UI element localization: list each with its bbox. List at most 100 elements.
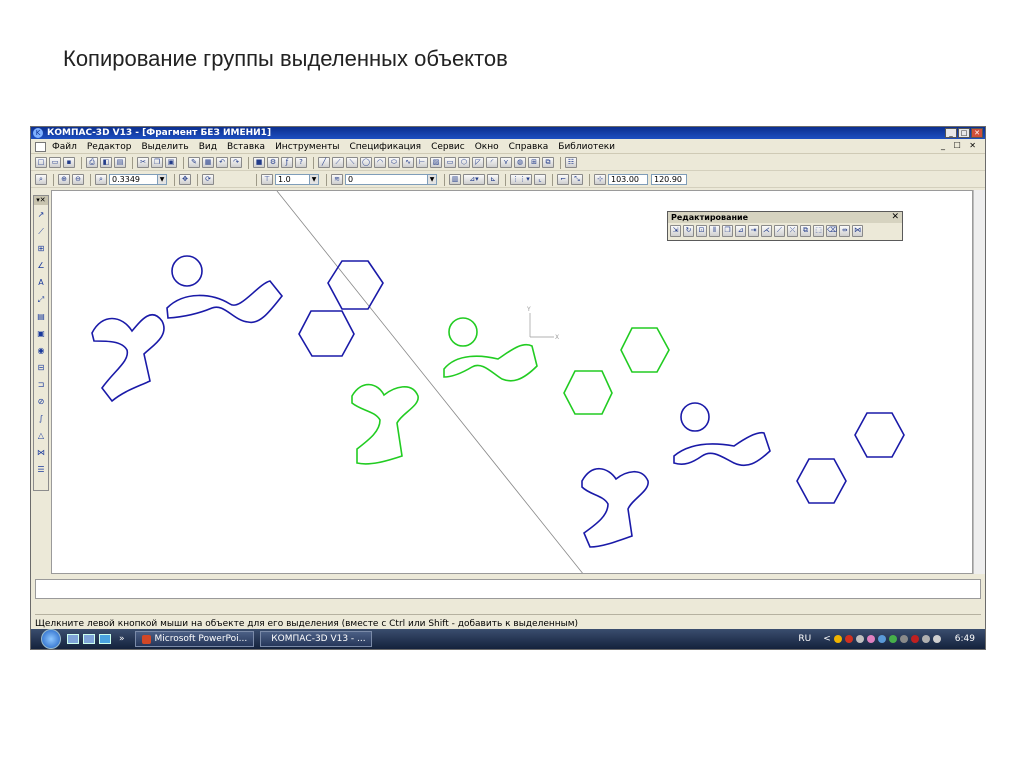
measure-icon[interactable]: ▤	[35, 310, 47, 324]
tray-icon[interactable]	[844, 635, 853, 643]
cursor-step-field[interactable]: 1.0 ▼	[275, 174, 319, 185]
hexagon-object[interactable]	[854, 412, 905, 458]
rectangle-icon[interactable]: ▭	[444, 157, 456, 168]
circle-object[interactable]	[448, 317, 478, 347]
coord-y-field[interactable]: 120.90	[651, 174, 687, 185]
zoom-window-icon[interactable]: ⌕	[35, 174, 47, 185]
network-icon[interactable]	[921, 635, 930, 643]
properties-icon[interactable]: ▤	[114, 157, 126, 168]
dimension-icon[interactable]: ⊢	[416, 157, 428, 168]
copy-icon[interactable]: ❐	[151, 157, 163, 168]
report-icon[interactable]: ☰	[35, 463, 47, 477]
volume-icon[interactable]	[932, 635, 941, 643]
contour-icon[interactable]: ◍	[514, 157, 526, 168]
show-desktop-icon[interactable]	[67, 634, 79, 644]
round-mode-icon[interactable]: ⤡	[571, 174, 583, 185]
spline-icon[interactable]: ∿	[402, 157, 414, 168]
menu-window[interactable]: Окно	[475, 142, 499, 152]
menu-insert[interactable]: Вставка	[227, 142, 265, 152]
eraser-icon[interactable]: ⌫	[826, 225, 837, 237]
hatch-icon[interactable]: ▨	[430, 157, 442, 168]
document-icon[interactable]	[35, 141, 46, 152]
scale-icon[interactable]: ⊡	[696, 225, 707, 237]
macro-icon[interactable]: ⊞	[528, 157, 540, 168]
zoom-out-icon[interactable]: ⊖	[72, 174, 84, 185]
compact-toolbar-close[interactable]: ▾✕	[34, 196, 48, 205]
spec-icon[interactable]: ⊟	[35, 361, 47, 375]
object-group-copied[interactable]	[351, 313, 670, 465]
drawing-svg[interactable]: Y X	[52, 191, 973, 574]
freeform-contour[interactable]	[351, 383, 419, 465]
editing-palette-header[interactable]: Редактирование ✕	[668, 212, 902, 223]
tray-icon[interactable]	[888, 635, 897, 643]
geometry-icon[interactable]: ⟋	[35, 225, 47, 239]
internet-explorer-icon[interactable]	[99, 634, 111, 644]
print-icon[interactable]: ⎙	[86, 157, 98, 168]
brush-icon[interactable]: ✎	[188, 157, 200, 168]
pan-icon[interactable]: ✥	[179, 174, 191, 185]
hexagon-object[interactable]	[327, 260, 384, 310]
mirror-icon[interactable]: ⋈	[852, 225, 863, 237]
new-file-icon[interactable]: □	[35, 157, 47, 168]
freeform-contour[interactable]	[443, 343, 538, 382]
hexagon-object[interactable]	[298, 310, 355, 357]
save-icon[interactable]: ▪	[63, 157, 75, 168]
tray-icon[interactable]	[855, 635, 864, 643]
offset-icon[interactable]: ⤫	[787, 225, 798, 237]
orthogonal-icon[interactable]: ⊾	[487, 174, 499, 185]
vertical-scrollbar[interactable]	[973, 190, 985, 574]
grid-icon[interactable]: ⋮⋮▾	[510, 174, 532, 185]
rotate-icon[interactable]: ↻	[683, 225, 694, 237]
menu-help[interactable]: Справка	[509, 142, 549, 152]
circle-icon[interactable]: ◯	[360, 157, 372, 168]
snap-icon[interactable]: ⊿▾	[463, 174, 485, 185]
taskbar-powerpoint[interactable]: Microsoft PowerPoi...	[134, 631, 255, 647]
parametrization-icon[interactable]: ⤢	[35, 293, 47, 307]
group-icon[interactable]: ⧉	[542, 157, 554, 168]
step-icon[interactable]: ⊤	[261, 174, 273, 185]
menu-service[interactable]: Сервис	[431, 142, 465, 152]
compass-icon[interactable]: ⊘	[35, 395, 47, 409]
stretch-icon[interactable]: ⇸	[839, 225, 850, 237]
tray-icon[interactable]	[910, 635, 919, 643]
menu-select[interactable]: Выделить	[141, 142, 188, 152]
bisector-icon[interactable]: ⋎	[500, 157, 512, 168]
tray-icon[interactable]	[899, 635, 908, 643]
style-icon[interactable]: ▥	[449, 174, 461, 185]
paste-icon[interactable]: ▣	[165, 157, 177, 168]
start-button[interactable]	[41, 629, 61, 649]
copy-objects-icon[interactable]: ❐	[722, 225, 733, 237]
designation-icon[interactable]: ∠	[35, 259, 47, 273]
ortho-mode-icon[interactable]: ⌐	[557, 174, 569, 185]
bezier-icon[interactable]: ∫	[35, 412, 47, 426]
chevron-down-icon[interactable]: ▼	[157, 175, 166, 184]
help-pointer-icon[interactable]: ?	[295, 157, 307, 168]
tray-icon[interactable]	[866, 635, 875, 643]
clock[interactable]: 6:49	[955, 634, 975, 644]
explode-icon[interactable]: ⬚	[813, 225, 824, 237]
symmetry-icon[interactable]: ⫴	[709, 225, 720, 237]
hexagon-object[interactable]	[796, 458, 847, 504]
dimensions-icon[interactable]: ⊞	[35, 242, 47, 256]
triangle-icon[interactable]: △	[35, 429, 47, 443]
preview-icon[interactable]: ◧	[100, 157, 112, 168]
circle-object[interactable]	[680, 402, 710, 432]
minimize-button[interactable]: _	[945, 128, 957, 138]
trim-icon[interactable]: ⋌	[761, 225, 772, 237]
current-layer-field[interactable]: 0 ▼	[345, 174, 437, 185]
coord-x-field[interactable]: 103.00	[608, 174, 648, 185]
close-icon[interactable]: ✕	[891, 212, 899, 223]
menu-editor[interactable]: Редактор	[87, 142, 132, 152]
object-group-original-2[interactable]	[581, 402, 905, 548]
freeform-contour[interactable]	[581, 467, 649, 548]
frame-icon[interactable]: ⊐	[35, 378, 47, 392]
arc-icon[interactable]: ◠	[374, 157, 386, 168]
array-icon[interactable]: ⧉	[800, 225, 811, 237]
quick-launch-chevron[interactable]: »	[119, 634, 125, 644]
local-cs-icon[interactable]: ⌞	[534, 174, 546, 185]
menu-specification[interactable]: Спецификация	[349, 142, 421, 152]
redo-icon[interactable]: ↷	[230, 157, 242, 168]
tray-icon[interactable]	[877, 635, 886, 643]
segment-icon[interactable]: ⟍	[346, 157, 358, 168]
function-icon[interactable]: ƒ	[281, 157, 293, 168]
